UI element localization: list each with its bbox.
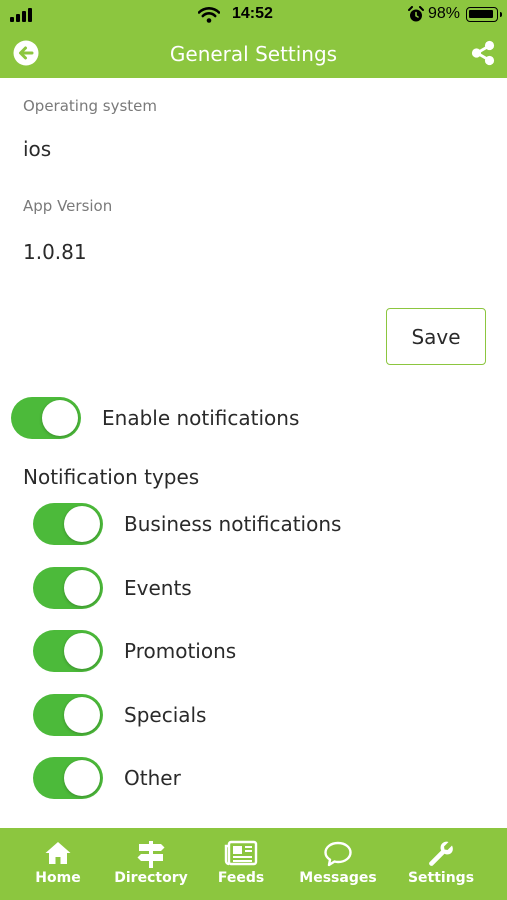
nav-item-messages[interactable]: Messages: [292, 828, 384, 900]
battery-percent: 98%: [428, 5, 461, 22]
toggle-knob: [42, 400, 78, 436]
os-label: Operating system: [23, 97, 157, 115]
events-label: Events: [124, 576, 192, 600]
nav-label-home: Home: [35, 870, 81, 886]
nav-item-settings[interactable]: Settings: [402, 828, 480, 900]
wifi-icon: [198, 7, 220, 23]
nav-item-home[interactable]: Home: [20, 828, 96, 900]
signpost-icon: [137, 841, 165, 868]
toggle-knob: [64, 506, 100, 542]
nav-item-directory[interactable]: Directory: [106, 828, 196, 900]
enable-notifications-toggle[interactable]: [11, 397, 81, 439]
specials-label: Specials: [124, 703, 207, 727]
alarm-icon: [408, 6, 424, 22]
top-bar: 14:52 98% General Settings: [0, 0, 507, 78]
promotions-label: Promotions: [124, 639, 237, 663]
events-toggle[interactable]: [33, 567, 103, 609]
wrench-icon: [429, 841, 453, 866]
promotions-toggle[interactable]: [33, 630, 103, 672]
enable-notifications-label: Enable notifications: [102, 406, 300, 430]
nav-label-directory: Directory: [114, 870, 188, 886]
page-title: General Settings: [169, 42, 338, 66]
signal-icon: [10, 8, 34, 22]
nav-label-settings: Settings: [407, 870, 475, 886]
nav-label-messages: Messages: [299, 870, 377, 886]
other-toggle[interactable]: [33, 757, 103, 799]
other-label: Other: [124, 766, 181, 790]
status-time: 14:52: [232, 5, 273, 22]
battery-icon: [466, 7, 502, 22]
notification-types-title: Notification types: [23, 465, 200, 489]
newspaper-icon: [224, 840, 258, 866]
toggle-knob: [64, 697, 100, 733]
toggle-knob: [64, 633, 100, 669]
share-icon[interactable]: [470, 40, 496, 66]
nav-label-feeds: Feeds: [217, 870, 265, 886]
toggle-knob: [64, 570, 100, 606]
chat-bubble-icon: [324, 841, 352, 867]
status-bar: 14:52 98%: [0, 0, 507, 30]
home-icon: [45, 842, 71, 864]
nav-item-feeds[interactable]: Feeds: [206, 828, 276, 900]
version-label: App Version: [23, 197, 113, 215]
os-value: ios: [23, 137, 52, 161]
bottom-nav: Home Directory Feeds Messages Settings: [0, 828, 507, 900]
save-button[interactable]: Save: [386, 308, 486, 365]
business-notifications-label: Business notifications: [124, 512, 342, 536]
business-notifications-toggle[interactable]: [33, 503, 103, 545]
version-value: 1.0.81: [23, 240, 87, 264]
specials-toggle[interactable]: [33, 694, 103, 736]
toggle-knob: [64, 760, 100, 796]
